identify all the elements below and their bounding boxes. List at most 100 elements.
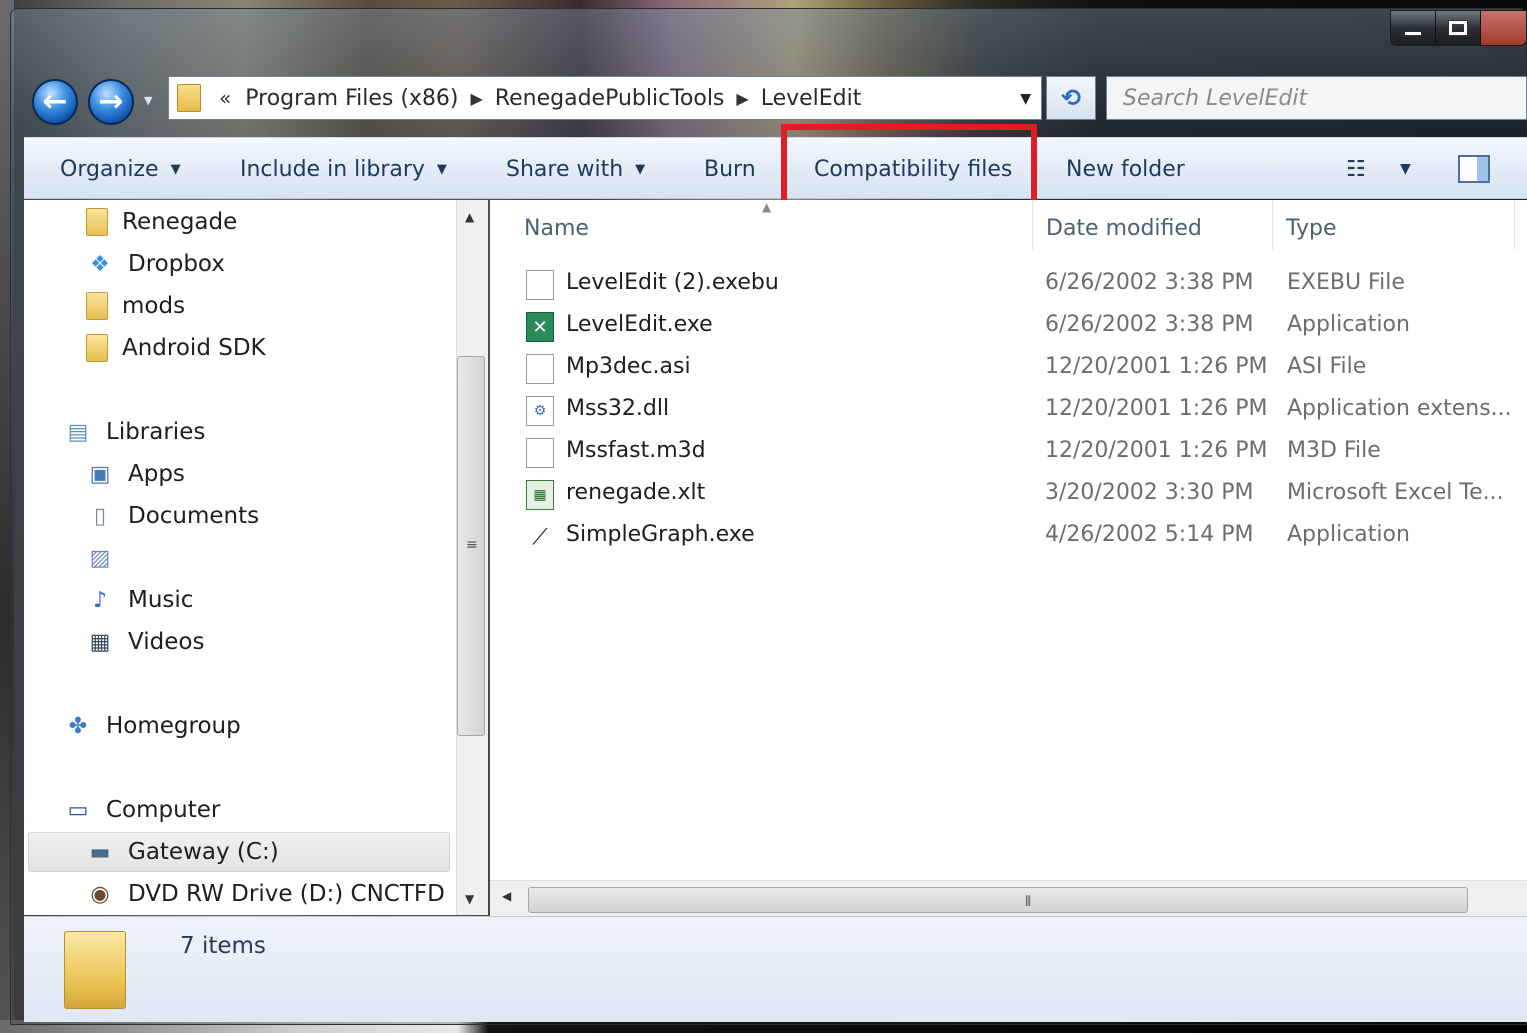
scroll-down-icon[interactable]: ▼ [465,892,474,906]
chevron-right-icon[interactable]: ▶ [736,89,748,108]
horizontal-scroll-thumb[interactable]: ⦀ [528,887,1468,913]
file-name: Mssfast.m3d [566,438,706,463]
libraries-icon: ▤ [67,419,89,445]
scroll-left-icon[interactable]: ◀ [502,889,511,903]
file-name: LevelEdit (2).exebu [566,270,779,295]
tree-item-android-sdk[interactable]: Android SDK [86,330,266,366]
tree-item-gateway-c[interactable]: ▬ Gateway (C:) [86,834,279,870]
homegroup-icon: ✤ [68,713,88,739]
share-with-menu[interactable]: Share with ▼ [506,138,645,200]
tree-item-label: Renegade [122,209,238,235]
column-header-date-modified[interactable]: Date modified [1046,210,1202,246]
column-divider[interactable] [1514,200,1515,250]
file-row[interactable]: Mp3dec.asi 12/20/2001 1:26 PM ASI File [490,348,1527,390]
recent-pages-dropdown[interactable]: ▼ [144,94,156,108]
tree-item-pictures[interactable]: ▨ [86,540,128,576]
navigation-pane-scrollbar[interactable]: ▲ ≡ ▼ [456,200,488,915]
tree-item-computer[interactable]: ▭ Computer [64,792,221,828]
tree-item-label: Documents [128,503,260,529]
file-list-horizontal-scrollbar[interactable]: ◀ ⦀ [490,880,1527,916]
videos-icon: ▦ [89,629,111,655]
file-type: EXEBU File [1287,270,1405,295]
file-date: 12/20/2001 1:26 PM [1045,396,1268,421]
tree-item-dvd-drive[interactable]: ◉ DVD RW Drive (D:) CNCTFD [86,876,445,912]
file-row[interactable]: ▦ renegade.xlt 3/20/2002 3:30 PM Microso… [490,474,1527,516]
file-name: Mp3dec.asi [566,354,691,379]
file-row[interactable]: ⚙ Mss32.dll 12/20/2001 1:26 PM Applicati… [490,390,1527,432]
tree-item-documents[interactable]: ▯ Documents [86,498,259,534]
tree-item-homegroup[interactable]: ✤ Homegroup [64,708,241,744]
file-type: Microsoft Excel Te... [1287,480,1504,505]
breadcrumb-program-files[interactable]: Program Files (x86) [245,86,458,111]
forward-arrow-icon: → [98,84,124,119]
apps-library-icon: ▣ [89,461,111,487]
tree-item-dropbox[interactable]: ❖ Dropbox [86,246,225,282]
tree-item-label: Videos [128,629,205,655]
compatibility-files-button[interactable]: Compatibility files [814,138,1012,200]
file-row[interactable]: LevelEdit (2).exebu 6/26/2002 3:38 PM EX… [490,264,1527,306]
preview-pane-button[interactable] [1458,155,1490,183]
new-folder-button[interactable]: New folder [1066,138,1185,200]
tree-item-label: Libraries [106,419,206,445]
file-type: Application [1287,522,1410,547]
organize-label: Organize [60,156,159,182]
command-bar: Organize ▼ Include in library ▼ Share with… [24,137,1527,199]
column-divider[interactable] [1032,200,1033,250]
forward-button[interactable]: → [88,79,134,125]
folder-icon [64,931,126,1009]
file-row[interactable]: Mssfast.m3d 12/20/2001 1:26 PM M3D File [490,432,1527,474]
breadcrumb-leveledit[interactable]: LevelEdit [761,86,862,111]
file-row[interactable]: ⟋ SimpleGraph.exe 4/26/2002 5:14 PM Appl… [490,516,1527,558]
hard-drive-icon: ▬ [89,839,111,865]
scroll-up-icon[interactable]: ▲ [465,210,474,224]
tree-item-videos[interactable]: ▦ Videos [86,624,205,660]
burn-button[interactable]: Burn [704,138,756,200]
tree-item-libraries[interactable]: ▤ Libraries [64,414,206,450]
tree-item-label: Computer [106,797,221,823]
address-dropdown-icon[interactable]: ▼ [1020,91,1031,107]
organize-menu[interactable]: Organize ▼ [60,138,181,200]
generic-file-icon [526,270,554,300]
documents-icon: ▯ [93,503,107,529]
column-header-type[interactable]: Type [1286,210,1337,246]
compatibility-files-label: Compatibility files [814,156,1013,182]
back-button[interactable]: ← [32,79,78,125]
pictures-icon: ▨ [89,545,111,571]
file-list: ▲ Name Date modified Type LevelEdit (2).… [490,200,1527,880]
breadcrumb-renegade-public-tools[interactable]: RenegadePublicTools [495,86,725,111]
view-options-dropdown[interactable]: ▼ [1400,138,1411,200]
file-row[interactable]: ✕ LevelEdit.exe 6/26/2002 3:38 PM Applic… [490,306,1527,348]
chevron-down-icon: ▼ [436,161,447,177]
search-input[interactable]: Search LevelEdit [1106,76,1527,120]
tree-item-music[interactable]: ♪ Music [86,582,193,618]
maximize-button[interactable] [1436,11,1481,45]
tree-item-label: DVD RW Drive (D:) CNCTFD [128,881,445,907]
file-type: Application extens... [1287,396,1512,421]
details-pane: 7 items [24,916,1527,1022]
column-header-name[interactable]: Name [524,210,589,246]
scroll-thumb[interactable]: ≡ [457,356,485,736]
include-in-library-menu[interactable]: Include in library ▼ [240,138,447,200]
column-divider[interactable] [1272,200,1273,250]
window-controls [1390,10,1527,46]
dropbox-icon: ❖ [90,251,110,277]
tree-item-apps[interactable]: ▣ Apps [86,456,185,492]
refresh-button[interactable]: ⟲ [1046,76,1096,120]
file-type: Application [1287,312,1410,337]
view-details-icon: ☷ [1346,156,1366,182]
search-placeholder: Search LevelEdit [1123,85,1308,111]
tree-item-renegade[interactable]: Renegade [86,204,237,240]
tree-item-label: Apps [128,461,185,487]
close-button[interactable] [1481,11,1526,45]
tree-item-label: Gateway (C:) [128,839,279,865]
address-bar[interactable]: « Program Files (x86) ▶ RenegadePublicTo… [168,76,1042,120]
change-view-button[interactable]: ☷ [1346,138,1366,200]
address-overflow[interactable]: « [219,86,231,110]
include-in-library-label: Include in library [240,156,425,182]
tree-item-label: mods [122,293,186,319]
minimize-button[interactable] [1391,11,1436,45]
folder-icon [86,292,108,320]
file-date: 12/20/2001 1:26 PM [1045,438,1268,463]
tree-item-mods[interactable]: mods [86,288,185,324]
chevron-right-icon[interactable]: ▶ [471,89,483,108]
